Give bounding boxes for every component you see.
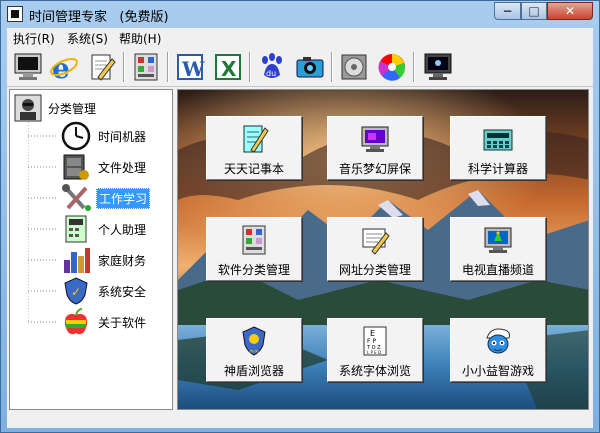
- music-screen-icon: [361, 126, 389, 152]
- svg-text:F P: F P: [367, 338, 376, 345]
- shield-browser-icon: ∞∞: [242, 326, 266, 356]
- word-icon[interactable]: W: [173, 50, 207, 84]
- screensaver-monitor-icon[interactable]: [421, 50, 455, 84]
- tree-item-label: 关于软件: [98, 315, 147, 330]
- maximize-button[interactable]: □: [521, 2, 547, 20]
- tree-item-system-security[interactable]: ✓ 系统安全: [60, 275, 148, 307]
- excel-icon[interactable]: X: [211, 50, 245, 84]
- tree-item-about-software[interactable]: 关于软件: [60, 306, 148, 338]
- tile-system-font-browser[interactable]: EF PT O ZL P E D 系统字体浏览: [327, 318, 423, 382]
- tile-music-screensaver[interactable]: 音乐梦幻屏保: [327, 116, 423, 180]
- tree-item-file-processing[interactable]: 文件处理: [60, 151, 148, 183]
- apple-icon: [64, 308, 88, 335]
- monitor-icon[interactable]: [11, 50, 45, 84]
- status-bar: [7, 414, 593, 428]
- notepad-pencil-icon[interactable]: [85, 50, 119, 84]
- tile-label: 天天记事本: [223, 162, 284, 176]
- category-tree: 分类管理 时间机器 文件处理 工作学习 个人助理 家庭财务 ✓ 系统安全 关于软…: [9, 89, 173, 410]
- svg-text:L P E D: L P E D: [367, 350, 381, 355]
- minimize-button[interactable]: −: [494, 2, 521, 20]
- tree-item-time-machine[interactable]: 时间机器: [60, 120, 148, 152]
- smurf-game-icon: [486, 328, 510, 354]
- file-cabinet-icon: [63, 154, 89, 180]
- tree-item-work-study[interactable]: 工作学习: [60, 182, 151, 214]
- tile-shield-browser[interactable]: ∞∞ 神盾浏览器: [206, 318, 302, 382]
- main-content: 分类管理 时间机器 文件处理 工作学习 个人助理 家庭财务 ✓ 系统安全 关于软…: [7, 87, 593, 414]
- svg-text:W: W: [181, 57, 205, 81]
- tile-label: 系统字体浏览: [338, 364, 411, 378]
- font-chart-icon: EF PT O ZL P E D: [363, 326, 387, 356]
- tile-daily-notepad[interactable]: 天天记事本: [206, 116, 302, 180]
- toolbar: e W X du: [7, 47, 593, 87]
- tree-root[interactable]: 分类管理: [14, 94, 96, 122]
- tree-item-personal-assistant[interactable]: 个人助理: [60, 213, 148, 245]
- tile-software-category-manager[interactable]: 软件分类管理: [206, 217, 302, 281]
- notebook-icon: [243, 125, 269, 153]
- disc-player-icon[interactable]: [337, 50, 371, 84]
- title-bar[interactable]: 时间管理专家 (免费版) − □ ✕: [1, 1, 599, 27]
- security-shield-icon: ✓: [64, 277, 88, 305]
- menu-help[interactable]: 帮助(H): [119, 30, 161, 47]
- tile-label: 神盾浏览器: [223, 364, 284, 378]
- tile-live-tv-channels[interactable]: 电视直播频道: [450, 217, 546, 281]
- tree-item-family-finance[interactable]: 家庭财务: [60, 244, 148, 276]
- bar-chart-icon: [64, 248, 90, 273]
- svg-text:E: E: [370, 329, 375, 338]
- ie-browser-icon[interactable]: e: [47, 50, 81, 84]
- tree-item-label: 工作学习: [96, 187, 151, 209]
- svg-text:du: du: [266, 69, 276, 78]
- tools-icon: [62, 184, 91, 211]
- tile-puzzle-games[interactable]: 小小益智游戏: [450, 318, 546, 382]
- tile-label: 软件分类管理: [217, 263, 290, 277]
- tile-label: 小小益智游戏: [461, 364, 534, 378]
- tree-item-label: 系统安全: [98, 284, 147, 299]
- color-wheel-icon[interactable]: [375, 50, 409, 84]
- baidu-paw-icon[interactable]: du: [255, 50, 289, 84]
- tile-web-address-manager[interactable]: 网址分类管理: [327, 217, 423, 281]
- tv-icon: [484, 227, 512, 253]
- tree-item-label: 家庭财务: [98, 253, 147, 268]
- menu-bar: 执行(R) 系统(S) 帮助(H): [7, 28, 593, 47]
- svg-text:X: X: [221, 57, 237, 81]
- software-category-icon[interactable]: [129, 50, 163, 84]
- calculator-icon: [65, 215, 87, 243]
- user-manager-icon: [14, 94, 42, 122]
- tile-label: 电视直播频道: [461, 263, 534, 277]
- app-window: 时间管理专家 (免费版) − □ ✕ 执行(R) 系统(S) 帮助(H) e W: [0, 0, 600, 433]
- svg-text:✓: ✓: [71, 285, 81, 299]
- camera-icon[interactable]: [293, 50, 327, 84]
- tile-label: 网址分类管理: [338, 263, 411, 277]
- menu-execute[interactable]: 执行(R): [13, 30, 55, 47]
- tree-root-label: 分类管理: [48, 101, 97, 116]
- svg-text:∞∞: ∞∞: [249, 348, 259, 355]
- tile-label: 音乐梦幻屏保: [338, 162, 411, 176]
- tile-scientific-calculator[interactable]: 科学计算器: [450, 116, 546, 180]
- svg-text:e: e: [52, 52, 70, 83]
- tree-item-label: 个人助理: [98, 222, 147, 237]
- web-address-icon: [362, 228, 390, 255]
- lake-landscape-background: 天天记事本 音乐梦幻屏保 科学计算器 软件分类管理 网址分类管理 电视直播频道: [177, 89, 589, 410]
- window-title: 时间管理专家 (免费版): [29, 10, 169, 25]
- close-button[interactable]: ✕: [547, 2, 593, 20]
- software-manager-icon: [242, 225, 266, 255]
- tile-label: 科学计算器: [467, 162, 528, 176]
- app-logo-icon: [7, 6, 23, 22]
- clock-icon: [61, 121, 91, 151]
- tree-item-label: 时间机器: [98, 129, 147, 144]
- scientific-calculator-icon: [483, 129, 513, 151]
- tree-item-label: 文件处理: [98, 160, 147, 175]
- menu-system[interactable]: 系统(S): [67, 30, 108, 47]
